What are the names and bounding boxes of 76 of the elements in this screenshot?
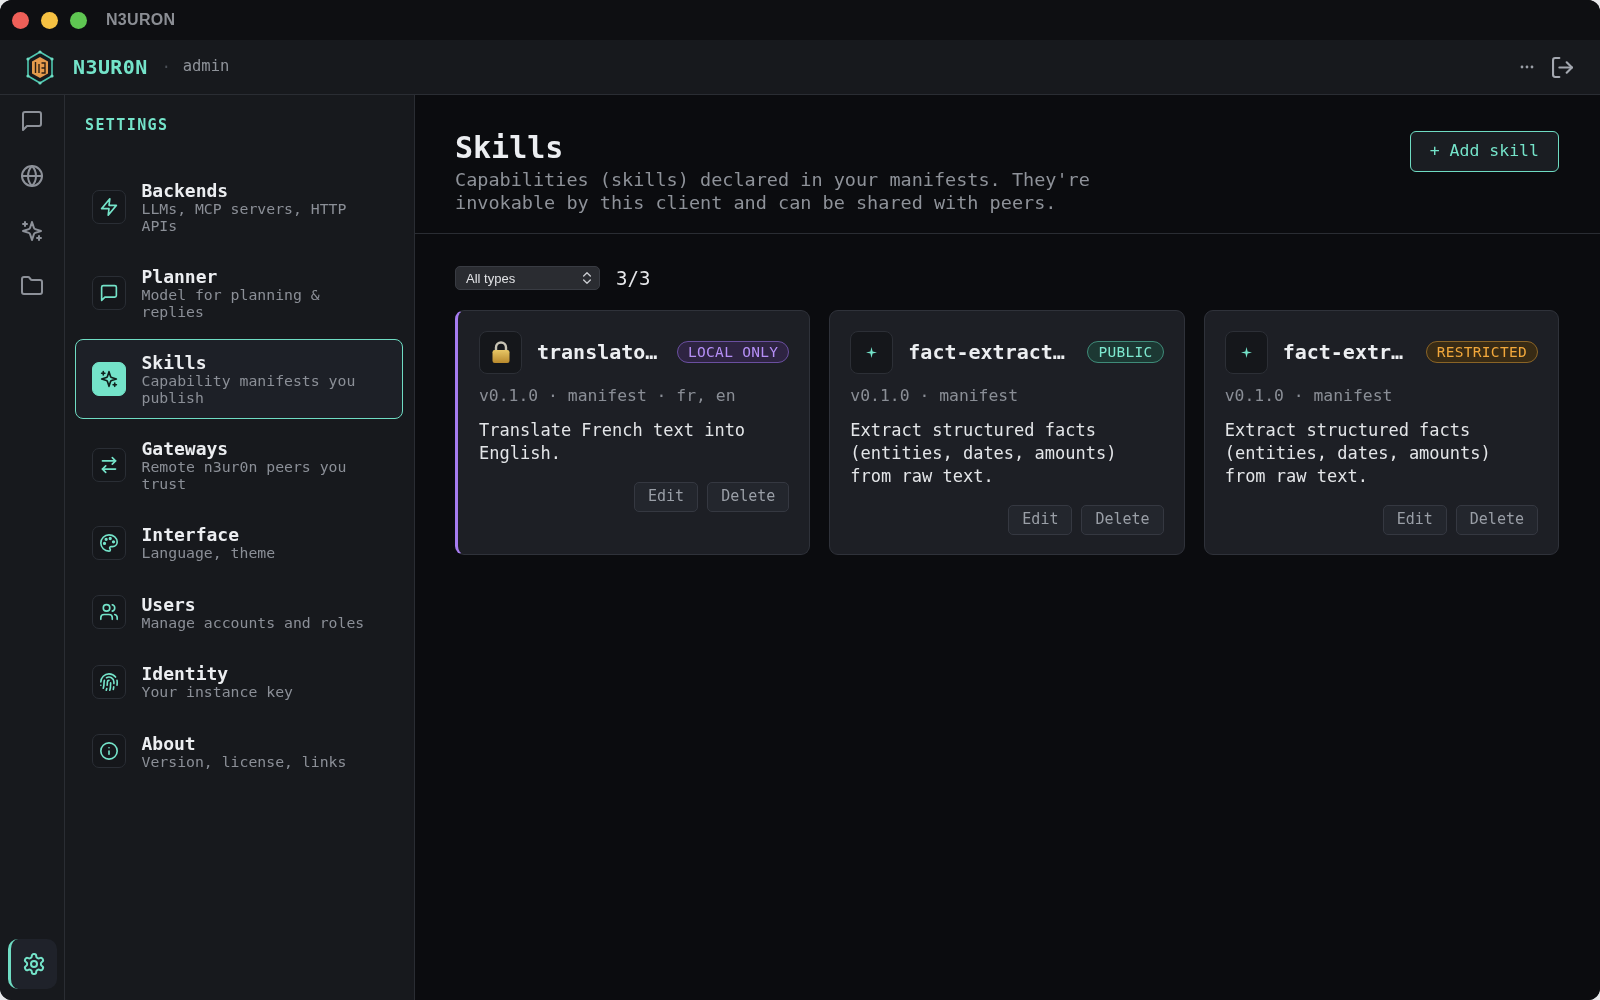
- delete-button[interactable]: Delete: [1455, 504, 1538, 535]
- zoom-button[interactable]: [70, 11, 87, 29]
- result-count: 3/3: [616, 266, 651, 291]
- minimize-button[interactable]: [41, 11, 58, 29]
- menu-item-description: Remote n3ur0n peers you trust: [141, 459, 348, 492]
- menu-item-title: Planner: [141, 266, 218, 287]
- menu-item-description: Capability manifests you publish: [141, 373, 357, 406]
- separator: ·: [161, 56, 171, 78]
- type-select[interactable]: All types: [455, 266, 600, 291]
- settings-menu-item[interactable]: Users Manage accounts and roles: [75, 580, 403, 644]
- add-skill-button[interactable]: + Add skill: [1409, 131, 1559, 172]
- palette-icon: [91, 525, 126, 560]
- settings-menu-item[interactable]: Planner Model for planning & replies: [75, 253, 403, 333]
- info-icon: [91, 734, 126, 769]
- menu-item-title: Users: [141, 593, 196, 615]
- logo-icon: [26, 49, 54, 85]
- settings-menu-item[interactable]: Identity Your instance key: [75, 650, 403, 714]
- skill-description: Extract structured facts (entities, dates, amounts) from raw text.: [850, 418, 1118, 488]
- menu-item-title: Identity: [141, 663, 229, 684]
- page-description: Capabilities (skills) declared in your manifests. They're invokable by this client and can be shared with peers.: [455, 169, 1091, 214]
- settings-menu-item[interactable]: Skills Capability manifests you publish: [75, 339, 403, 419]
- menu-item-description: Manage accounts and roles: [141, 614, 365, 631]
- edit-button[interactable]: Edit: [1008, 504, 1073, 535]
- edit-button[interactable]: Edit: [1382, 504, 1447, 535]
- skill-meta: v0.1.0 · manifest · fr, en: [479, 385, 737, 406]
- menu-item-title: Backends: [141, 180, 229, 201]
- chat-icon: [91, 276, 126, 310]
- skill-description: Translate French text into English.: [479, 418, 747, 465]
- updown-chevron-icon: [583, 272, 591, 285]
- menu-item-title: Interface: [141, 524, 240, 545]
- sparkle-icon: [1224, 330, 1268, 374]
- settings-menu-item[interactable]: Backends LLMs, MCP servers, HTTP APIs: [75, 167, 403, 247]
- menu-item-title: About: [141, 732, 196, 754]
- menu-item-title: Gateways: [141, 438, 229, 459]
- delete-button[interactable]: Delete: [707, 481, 790, 512]
- window-title: N3URON: [106, 10, 176, 30]
- skill-meta: v0.1.0 · manifest: [850, 385, 1020, 406]
- page-title: Skills: [455, 130, 565, 166]
- lightning-icon: [91, 190, 126, 224]
- globe-icon[interactable]: [21, 165, 43, 187]
- settings-menu-item[interactable]: Interface Language, theme: [75, 511, 403, 575]
- menu-item-description: Version, license, links: [141, 753, 347, 770]
- menu-item-description: Language, theme: [141, 545, 276, 562]
- edit-button[interactable]: Edit: [634, 481, 699, 512]
- more-icon[interactable]: [1520, 65, 1534, 69]
- visibility-badge: RESTRICTED: [1425, 341, 1538, 363]
- menu-item-description: LLMs, MCP servers, HTTP APIs: [141, 201, 348, 234]
- sparkles-icon: [91, 362, 126, 396]
- skill-name: fact-extract…: [908, 339, 1065, 366]
- logout-icon[interactable]: [1552, 56, 1573, 78]
- folder-icon[interactable]: [21, 275, 43, 297]
- skill-description: Extract structured facts (entities, dates, amounts) from raw text.: [1224, 418, 1492, 488]
- settings-menu-item[interactable]: About Version, license, links: [75, 719, 403, 783]
- visibility-badge: PUBLIC: [1087, 341, 1164, 363]
- user-name: admin: [182, 56, 230, 78]
- section-heading: SETTINGS: [85, 116, 169, 134]
- users-icon: [91, 595, 126, 630]
- sparkles-icon[interactable]: [21, 220, 43, 242]
- skill-name: fact-extr…: [1282, 339, 1404, 366]
- skill-meta: v0.1.0 · manifest: [1224, 385, 1394, 406]
- menu-item-description: Model for planning & replies: [141, 287, 321, 320]
- menu-item-title: Skills: [141, 352, 207, 373]
- visibility-badge: LOCAL ONLY: [677, 341, 790, 363]
- delete-button[interactable]: Delete: [1081, 504, 1164, 535]
- close-button[interactable]: [12, 11, 29, 29]
- skill-name: translato…: [537, 339, 658, 366]
- chat-icon[interactable]: [21, 110, 43, 132]
- settings-button[interactable]: [7, 939, 57, 989]
- fingerprint-icon: [91, 664, 126, 699]
- swap-arrows-icon: [91, 448, 126, 482]
- sparkle-icon: [850, 330, 894, 374]
- brand-name: N3UR0N: [73, 54, 148, 81]
- settings-menu-item[interactable]: Gateways Remote n3ur0n peers you trust: [75, 425, 403, 505]
- menu-item-description: Your instance key: [141, 684, 293, 701]
- settings-icon: [22, 953, 45, 975]
- lock-icon: [479, 330, 522, 374]
